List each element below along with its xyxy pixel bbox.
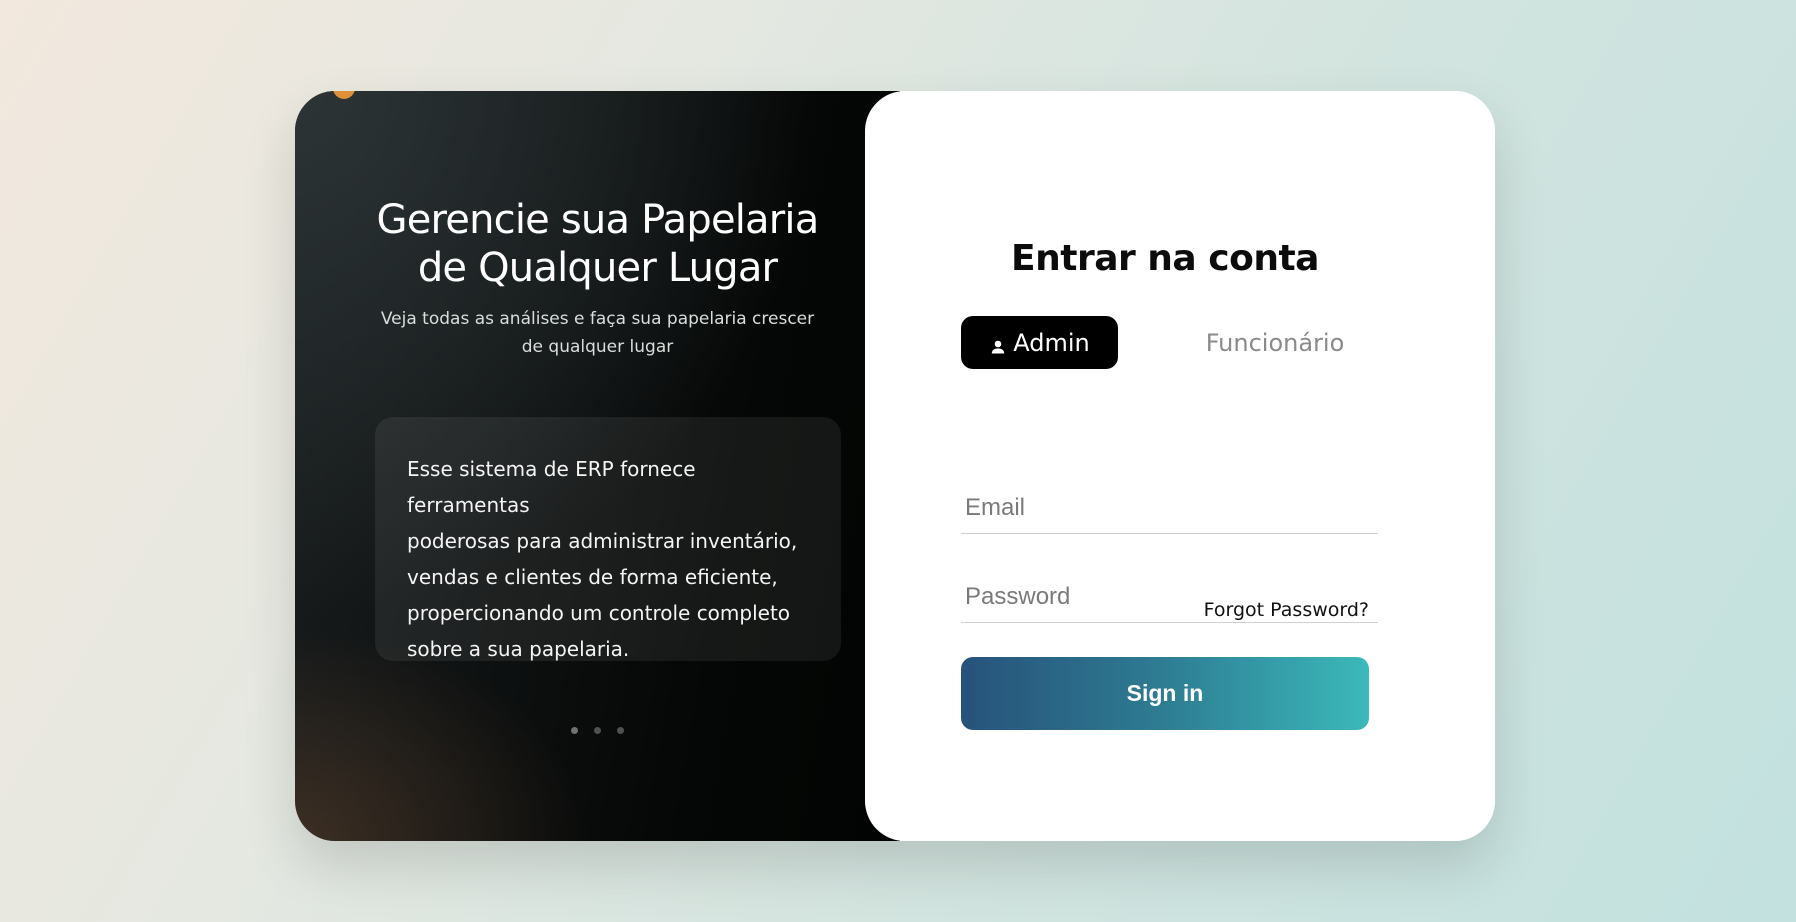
- brand-logo: [333, 91, 355, 99]
- description-text: Esse sistema de ERP fornece ferramentas …: [407, 451, 811, 667]
- hero-subtitle: Veja todas as análises e faça sua papela…: [295, 305, 900, 361]
- user-icon: [989, 334, 1007, 353]
- tab-admin-label: Admin: [1013, 328, 1090, 357]
- sign-in-button[interactable]: Sign in: [961, 657, 1369, 730]
- hero-title: Gerencie sua Papelaria de Qualquer Lugar: [295, 196, 900, 292]
- description-line: sobre a sua papelaria.: [407, 637, 630, 661]
- description-line: vendas e clientes de forma eficiente,: [407, 565, 778, 589]
- hero-title-line1: Gerencie sua Papelaria: [376, 197, 820, 243]
- forgot-password-link[interactable]: Forgot Password?: [961, 599, 1369, 621]
- tab-funcionario-label: Funcionário: [1205, 328, 1345, 357]
- carousel-dots: [295, 727, 900, 734]
- email-input[interactable]: [961, 483, 1378, 533]
- tab-funcionario[interactable]: Funcionário: [1175, 316, 1375, 369]
- hero-panel: Gerencie sua Papelaria de Qualquer Lugar…: [295, 91, 900, 841]
- description-line: propercionando um controle completo: [407, 601, 791, 625]
- hero-subtitle-line1: Veja todas as análises e faça sua papela…: [380, 309, 815, 329]
- tab-admin[interactable]: Admin: [961, 316, 1118, 369]
- description-line: Esse sistema de ERP fornece ferramentas: [407, 457, 696, 517]
- email-field-wrapper: [961, 483, 1378, 534]
- login-title: Entrar na conta: [1011, 238, 1319, 279]
- carousel-dot-2[interactable]: [594, 727, 601, 734]
- hero-subtitle-line2: de qualquer lugar: [521, 337, 674, 357]
- carousel-dot-1[interactable]: [571, 727, 578, 734]
- description-line: poderosas para administrar inventário,: [407, 529, 798, 553]
- hero-title-line2: de Qualquer Lugar: [417, 245, 778, 291]
- description-box: Esse sistema de ERP fornece ferramentas …: [375, 417, 841, 661]
- login-panel: Entrar na conta Admin Funcionário Forgot…: [865, 91, 1495, 841]
- login-card: Gerencie sua Papelaria de Qualquer Lugar…: [295, 91, 1495, 841]
- carousel-dot-3[interactable]: [617, 727, 624, 734]
